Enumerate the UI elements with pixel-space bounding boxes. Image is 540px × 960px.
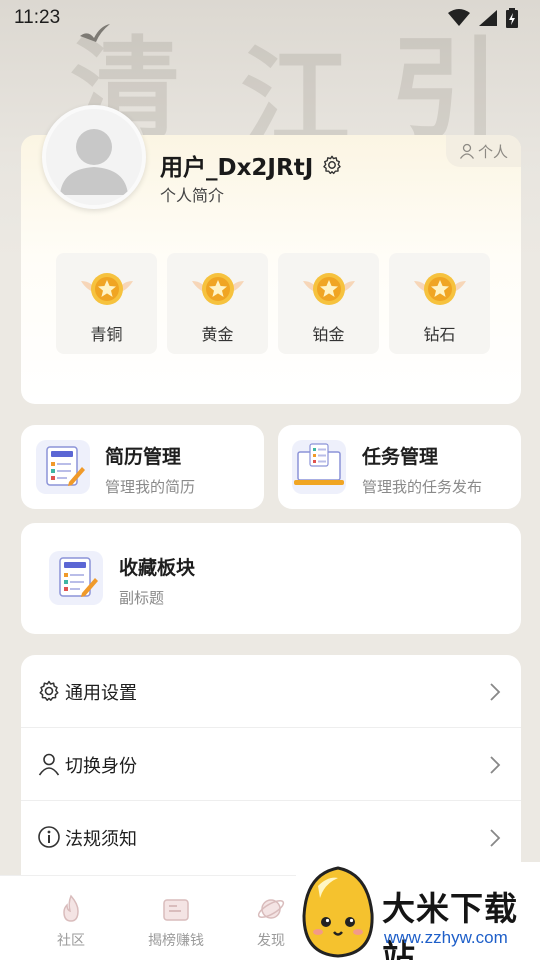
level-label: 钻石: [423, 325, 456, 344]
avatar[interactable]: [42, 105, 146, 209]
personal-tag-button[interactable]: 个人: [446, 135, 521, 167]
task-title: 任务管理: [362, 446, 439, 468]
watermark-url: www.zzhyw.com: [384, 928, 508, 947]
chevron-right-icon: [490, 682, 501, 701]
chevron-right-icon: [490, 828, 501, 847]
level-label: 黄金: [201, 325, 234, 344]
level-bronze[interactable]: 青铜: [56, 253, 157, 354]
task-subtitle: 管理我的任务发布: [362, 478, 483, 496]
egg-mascot-logo: [302, 866, 374, 958]
personal-tag-label: 个人: [477, 142, 508, 161]
username-row: 用户_Dx2JRtJ: [160, 148, 343, 182]
favorites-subtitle: 副标题: [119, 589, 165, 607]
medal-icon: [413, 273, 466, 305]
medal-icon: [191, 273, 244, 305]
resume-management-card[interactable]: 简历管理 管理我的简历: [21, 425, 264, 509]
resume-subtitle: 管理我的简历: [105, 478, 196, 496]
level-label: 铂金: [312, 325, 345, 344]
settings-item-label: 通用设置: [65, 682, 137, 704]
watermark-title: 大米下载站: [382, 889, 518, 960]
site-watermark: 大米下载站 www.zzhyw.com: [296, 862, 540, 960]
favorites-title: 收藏板块: [119, 557, 196, 579]
planet-icon: [257, 899, 285, 919]
level-badges: 青铜 黄金 铂金 钻石: [56, 253, 490, 354]
nav-label: 揭榜赚钱: [148, 933, 204, 949]
info-icon: [38, 826, 60, 848]
wifi-icon: [448, 9, 470, 26]
settings-list: 通用设置 切换身份 法规须知: [21, 655, 521, 895]
person-icon: [459, 143, 475, 159]
bio-text: 个人简介: [160, 186, 225, 205]
ticket-icon: [163, 899, 189, 921]
favorites-card[interactable]: 收藏板块 副标题: [21, 523, 521, 634]
battery-icon: [506, 8, 518, 28]
level-diamond[interactable]: 钻石: [389, 253, 490, 354]
resume-title: 简历管理: [105, 446, 182, 468]
settings-item-label: 切换身份: [65, 755, 137, 777]
settings-item-switch-identity[interactable]: 切换身份: [21, 728, 521, 801]
level-platinum[interactable]: 铂金: [278, 253, 379, 354]
favorites-icon: [49, 551, 103, 605]
nav-label: 社区: [57, 933, 85, 949]
nav-item-bounty[interactable]: 揭榜赚钱: [148, 894, 204, 950]
level-label: 青铜: [90, 325, 123, 344]
medal-icon: [302, 273, 355, 305]
flame-icon: [63, 894, 79, 922]
person-icon: [38, 753, 60, 776]
nav-label: 发现: [257, 933, 285, 949]
settings-item-general[interactable]: 通用设置: [21, 655, 521, 728]
resume-icon: [36, 440, 90, 494]
settings-item-label: 法规须知: [65, 828, 137, 850]
chevron-right-icon: [490, 755, 501, 774]
gear-icon[interactable]: [321, 154, 343, 176]
nav-item-community[interactable]: 社区: [56, 894, 86, 950]
username: 用户_Dx2JRtJ: [160, 155, 314, 181]
nav-item-discover[interactable]: 发现: [256, 894, 286, 950]
status-bar: 11:23: [0, 0, 540, 36]
gear-icon: [39, 680, 59, 701]
level-gold[interactable]: 黄金: [167, 253, 268, 354]
signal-icon: [479, 10, 497, 26]
medal-icon: [80, 273, 133, 305]
status-time: 11:23: [14, 7, 61, 28]
task-management-card[interactable]: 任务管理 管理我的任务发布: [278, 425, 521, 509]
default-avatar-icon: [46, 109, 142, 205]
task-icon: [292, 440, 346, 494]
